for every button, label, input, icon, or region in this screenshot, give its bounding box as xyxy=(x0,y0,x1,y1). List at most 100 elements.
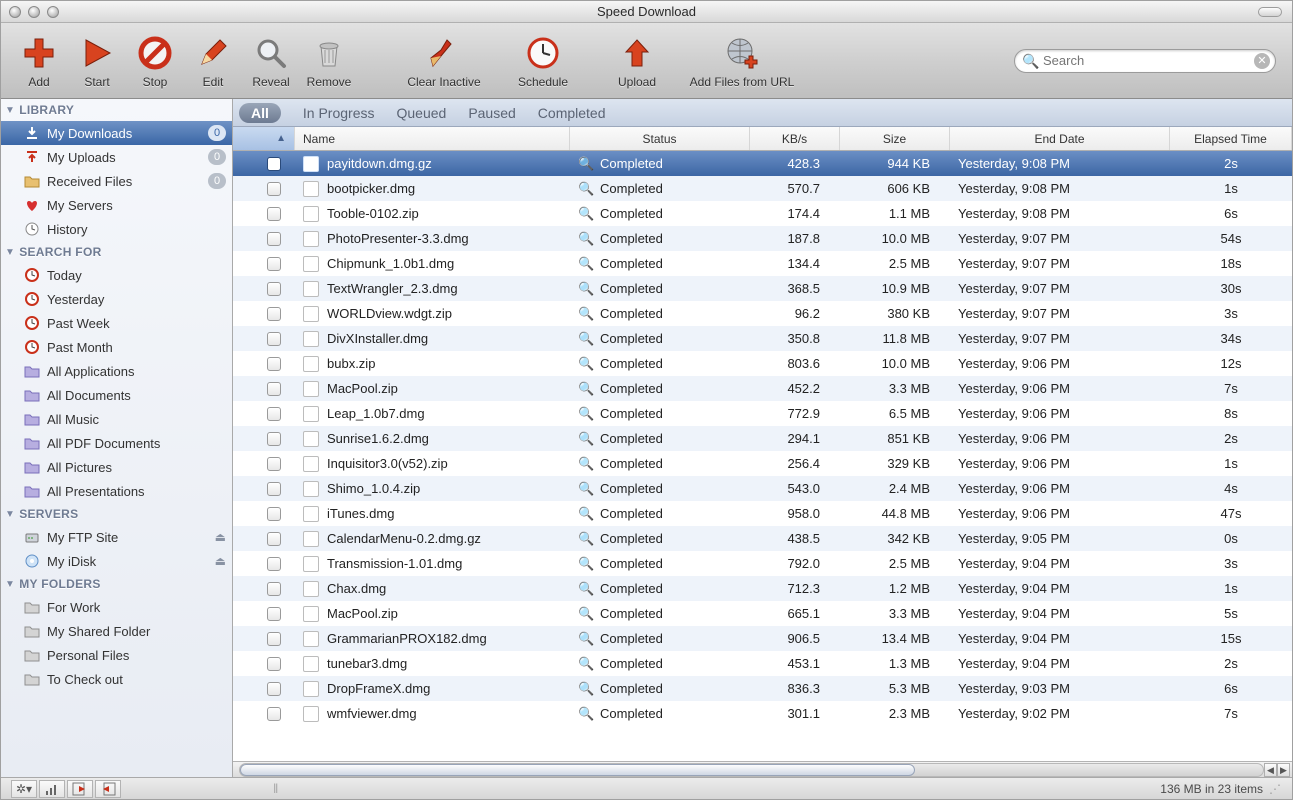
row-checkbox[interactable] xyxy=(267,207,281,221)
table-row[interactable]: wmfviewer.dmg🔍Completed301.12.3 MBYester… xyxy=(233,701,1292,726)
sidebar-item[interactable]: Today xyxy=(1,263,232,287)
sidebar-item[interactable]: All Presentations xyxy=(1,479,232,503)
eject-icon[interactable]: ⏏ xyxy=(215,554,226,568)
table-row[interactable]: Inquisitor3.0(v52).zip🔍Completed256.4329… xyxy=(233,451,1292,476)
row-checkbox[interactable] xyxy=(267,182,281,196)
table-row[interactable]: PhotoPresenter-3.3.dmg🔍Completed187.810.… xyxy=(233,226,1292,251)
row-checkbox[interactable] xyxy=(267,257,281,271)
table-row[interactable]: tunebar3.dmg🔍Completed453.11.3 MBYesterd… xyxy=(233,651,1292,676)
row-checkbox[interactable] xyxy=(267,557,281,571)
reveal-row-icon[interactable]: 🔍 xyxy=(578,406,594,422)
table-row[interactable]: Shimo_1.0.4.zip🔍Completed543.02.4 MBYest… xyxy=(233,476,1292,501)
table-row[interactable]: Transmission-1.01.dmg🔍Completed792.02.5 … xyxy=(233,551,1292,576)
reveal-row-icon[interactable]: 🔍 xyxy=(578,231,594,247)
table-row[interactable]: bubx.zip🔍Completed803.610.0 MBYesterday,… xyxy=(233,351,1292,376)
sidebar-item[interactable]: Received Files0 xyxy=(1,169,232,193)
row-checkbox[interactable] xyxy=(267,457,281,471)
sidebar-item[interactable]: My Shared Folder xyxy=(1,619,232,643)
sidebar-header-servers[interactable]: ▼SERVERS xyxy=(1,503,232,525)
clear-search-icon[interactable]: ✕ xyxy=(1254,53,1270,69)
sidebar-item[interactable]: History xyxy=(1,217,232,241)
reveal-row-icon[interactable]: 🔍 xyxy=(578,681,594,697)
reveal-row-icon[interactable]: 🔍 xyxy=(578,156,594,172)
row-checkbox[interactable] xyxy=(267,682,281,696)
col-checkbox[interactable]: ▲ xyxy=(233,127,295,150)
reveal-row-icon[interactable]: 🔍 xyxy=(578,256,594,272)
horizontal-scrollbar[interactable]: ◀▶ xyxy=(233,761,1292,777)
reveal-row-icon[interactable]: 🔍 xyxy=(578,431,594,447)
reveal-row-icon[interactable]: 🔍 xyxy=(578,581,594,597)
reveal-row-icon[interactable]: 🔍 xyxy=(578,381,594,397)
row-checkbox[interactable] xyxy=(267,707,281,721)
reveal-button[interactable]: Reveal xyxy=(243,33,299,89)
scroll-right-icon[interactable]: ▶ xyxy=(1277,763,1290,777)
upload-button[interactable]: Upload xyxy=(609,33,665,89)
sidebar-item[interactable]: All Applications xyxy=(1,359,232,383)
sidebar-item[interactable]: Personal Files xyxy=(1,643,232,667)
sidebar-resize-handle[interactable]: ‖ xyxy=(273,781,278,796)
table-row[interactable]: Chipmunk_1.0b1.dmg🔍Completed134.42.5 MBY… xyxy=(233,251,1292,276)
table-row[interactable]: GrammarianPROX182.dmg🔍Completed906.513.4… xyxy=(233,626,1292,651)
edit-button[interactable]: Edit xyxy=(185,33,241,89)
row-checkbox[interactable] xyxy=(267,507,281,521)
gear-menu-button[interactable]: ✲▾ xyxy=(11,780,37,798)
reveal-row-icon[interactable]: 🔍 xyxy=(578,631,594,647)
row-checkbox[interactable] xyxy=(267,332,281,346)
row-checkbox[interactable] xyxy=(267,382,281,396)
sidebar-item[interactable]: To Check out xyxy=(1,667,232,691)
sidebar-item[interactable]: Yesterday xyxy=(1,287,232,311)
reveal-row-icon[interactable]: 🔍 xyxy=(578,206,594,222)
row-checkbox[interactable] xyxy=(267,632,281,646)
table-row[interactable]: MacPool.zip🔍Completed452.23.3 MBYesterda… xyxy=(233,376,1292,401)
row-checkbox[interactable] xyxy=(267,482,281,496)
filter-paused[interactable]: Paused xyxy=(468,105,515,121)
reveal-row-icon[interactable]: 🔍 xyxy=(578,356,594,372)
titlebar[interactable]: Speed Download xyxy=(1,1,1292,23)
sidebar-item[interactable]: All PDF Documents xyxy=(1,431,232,455)
col-size[interactable]: Size xyxy=(840,127,950,150)
add-button[interactable]: Add xyxy=(11,33,67,89)
table-row[interactable]: bootpicker.dmg🔍Completed570.7606 KBYeste… xyxy=(233,176,1292,201)
row-checkbox[interactable] xyxy=(267,407,281,421)
scroll-thumb[interactable] xyxy=(240,764,915,776)
table-row[interactable]: Chax.dmg🔍Completed712.31.2 MBYesterday, … xyxy=(233,576,1292,601)
eject-icon[interactable]: ⏏ xyxy=(215,530,226,544)
reveal-row-icon[interactable]: 🔍 xyxy=(578,456,594,472)
sidebar-item[interactable]: My Uploads0 xyxy=(1,145,232,169)
row-checkbox[interactable] xyxy=(267,657,281,671)
table-row[interactable]: Sunrise1.6.2.dmg🔍Completed294.1851 KBYes… xyxy=(233,426,1292,451)
row-checkbox[interactable] xyxy=(267,307,281,321)
table-row[interactable]: iTunes.dmg🔍Completed958.044.8 MBYesterda… xyxy=(233,501,1292,526)
download-list[interactable]: payitdown.dmg.gz🔍Completed428.3944 KBYes… xyxy=(233,151,1292,761)
filter-completed[interactable]: Completed xyxy=(538,105,606,121)
toolbar-toggle-pill[interactable] xyxy=(1258,7,1282,17)
reveal-row-icon[interactable]: 🔍 xyxy=(578,181,594,197)
reveal-row-icon[interactable]: 🔍 xyxy=(578,706,594,722)
reveal-row-icon[interactable]: 🔍 xyxy=(578,556,594,572)
col-kbs[interactable]: KB/s xyxy=(750,127,840,150)
sidebar-header-search[interactable]: ▼SEARCH FOR xyxy=(1,241,232,263)
sidebar-item[interactable]: Past Month xyxy=(1,335,232,359)
import-button[interactable] xyxy=(67,780,93,798)
row-checkbox[interactable] xyxy=(267,607,281,621)
activity-button[interactable] xyxy=(39,780,65,798)
sidebar-item[interactable]: All Music xyxy=(1,407,232,431)
resize-grip-icon[interactable]: ⋰ xyxy=(1269,782,1282,796)
row-checkbox[interactable] xyxy=(267,432,281,446)
table-row[interactable]: WORLDview.wdgt.zip🔍Completed96.2380 KBYe… xyxy=(233,301,1292,326)
filter-all[interactable]: All xyxy=(239,103,281,123)
scroll-left-icon[interactable]: ◀ xyxy=(1264,763,1277,777)
sidebar-item[interactable]: My FTP Site⏏ xyxy=(1,525,232,549)
remove-button[interactable]: Remove xyxy=(301,33,357,89)
col-elapsed[interactable]: Elapsed Time xyxy=(1170,127,1292,150)
reveal-row-icon[interactable]: 🔍 xyxy=(578,281,594,297)
filter-in-progress[interactable]: In Progress xyxy=(303,105,375,121)
sidebar-item[interactable]: All Pictures xyxy=(1,455,232,479)
table-row[interactable]: Leap_1.0b7.dmg🔍Completed772.96.5 MBYeste… xyxy=(233,401,1292,426)
table-row[interactable]: Tooble-0102.zip🔍Completed174.41.1 MBYest… xyxy=(233,201,1292,226)
reveal-row-icon[interactable]: 🔍 xyxy=(578,331,594,347)
row-checkbox[interactable] xyxy=(267,582,281,596)
reveal-row-icon[interactable]: 🔍 xyxy=(578,606,594,622)
search-input[interactable] xyxy=(1014,49,1276,73)
col-name[interactable]: Name xyxy=(295,127,570,150)
